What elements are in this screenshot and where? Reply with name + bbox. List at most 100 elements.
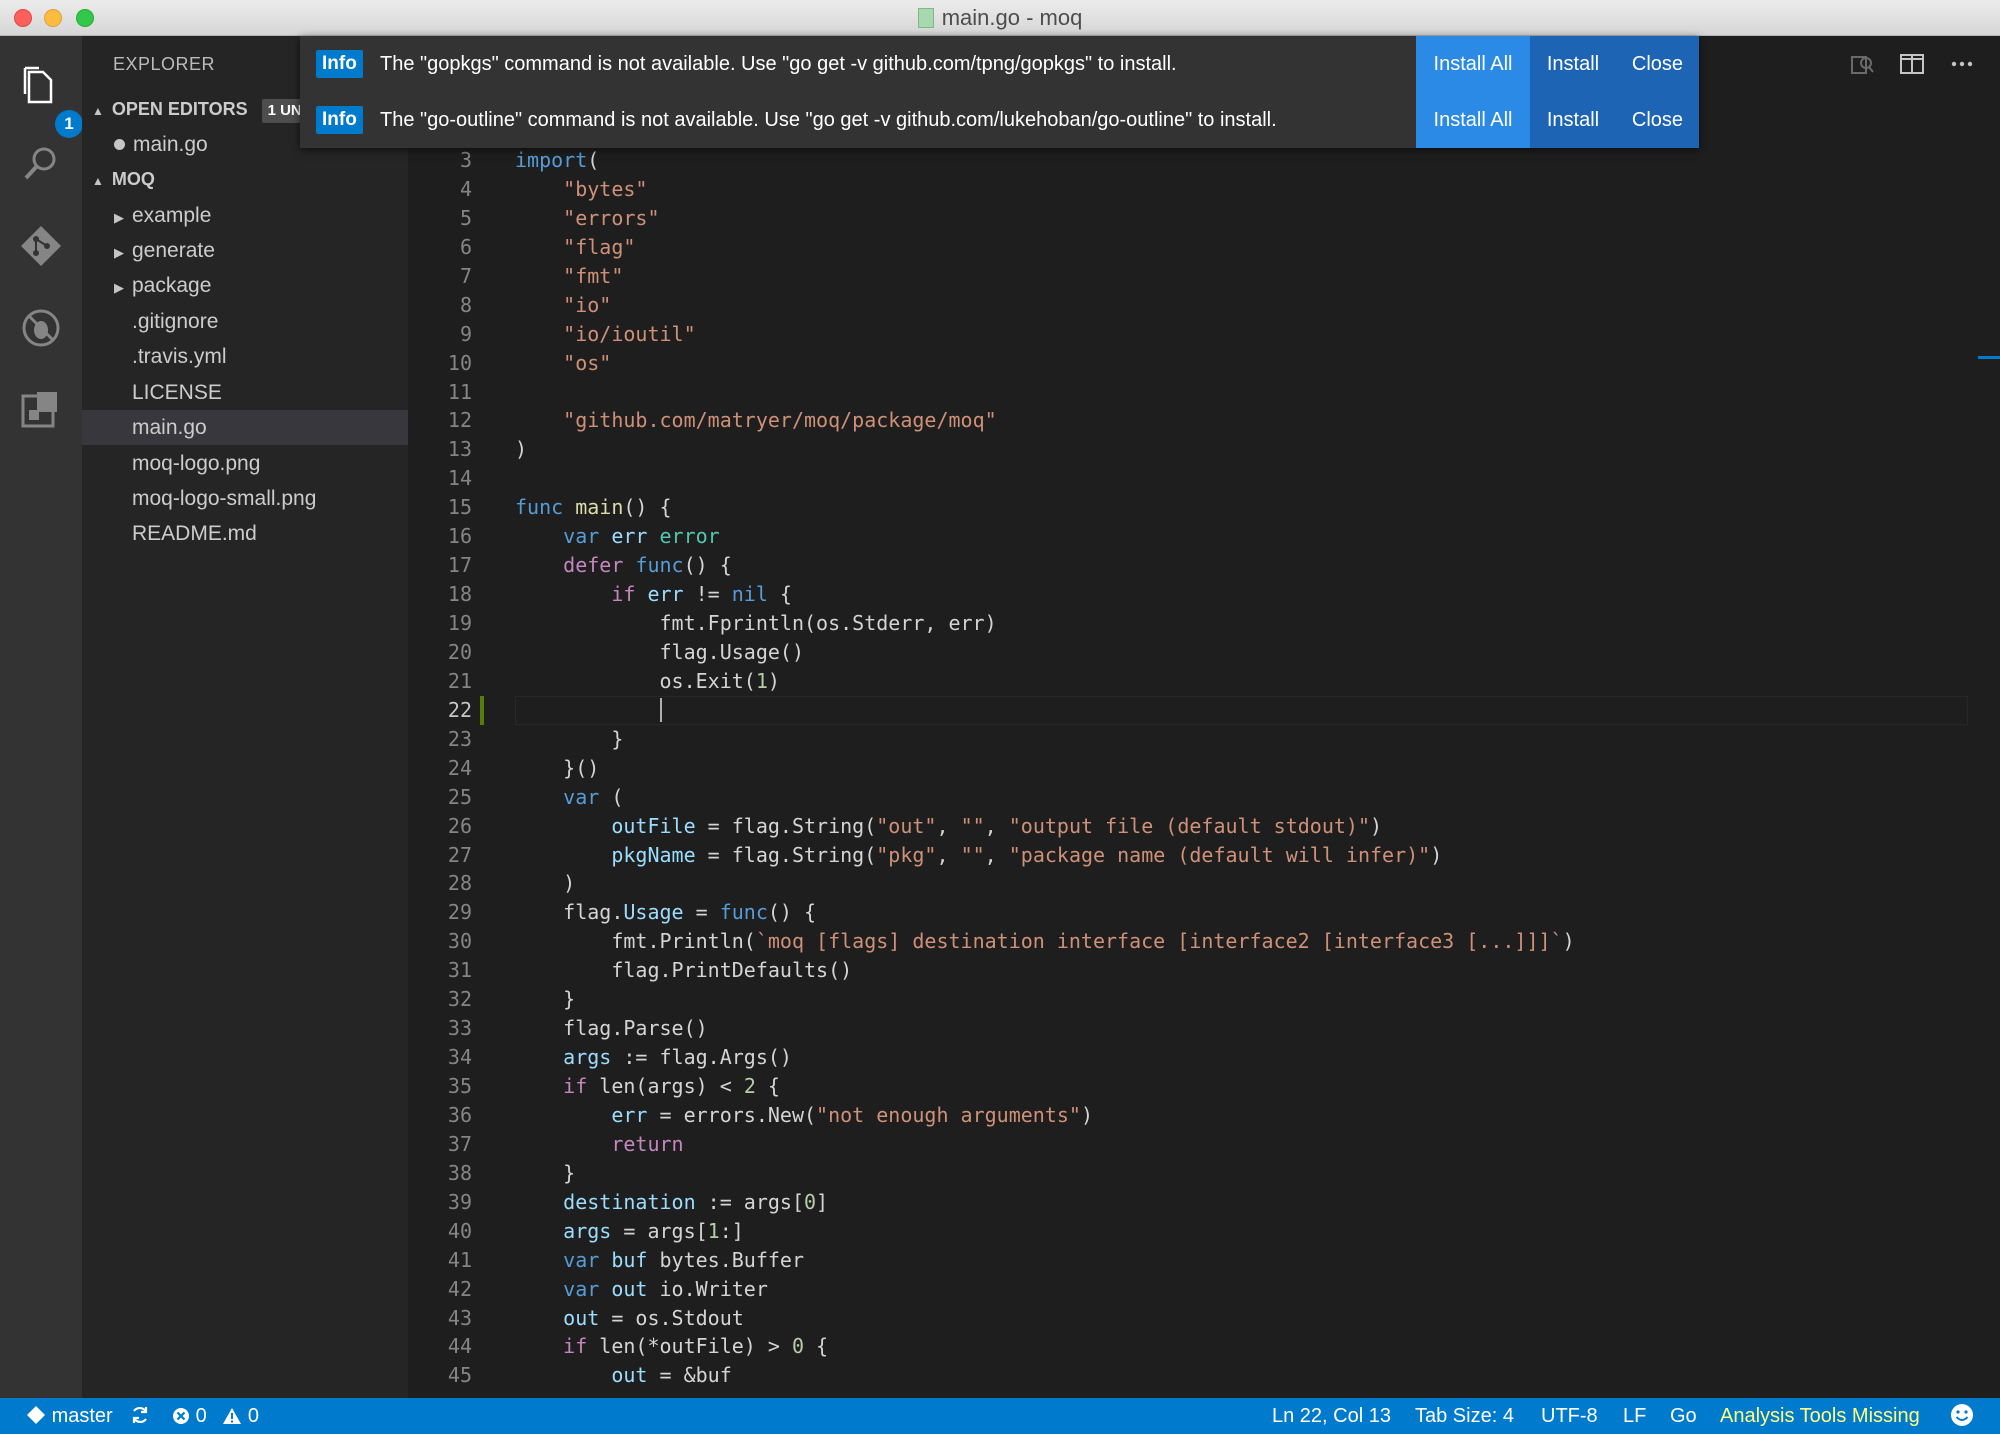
line-number: 45: [447, 1363, 472, 1388]
more-actions-icon[interactable]: [1948, 50, 1976, 78]
tree-folder-package[interactable]: ▶ package: [82, 268, 408, 303]
analysis-tools-missing[interactable]: Analysis Tools Missing: [1720, 1398, 1920, 1434]
code-line[interactable]: 4 "bytes": [408, 175, 1968, 204]
editor[interactable]: 3 import(4 "bytes" 5 "errors" 6 "flag" 7 "fm…: [408, 36, 2000, 1398]
code-line[interactable]: 35 if len(args) < 2 {: [408, 1072, 1968, 1101]
source-control-icon[interactable]: [17, 222, 65, 270]
folder-header[interactable]: ▲ MOQ: [82, 162, 408, 196]
tree-item-label: .gitignore: [132, 310, 219, 333]
code-line[interactable]: 3 import(: [408, 146, 1968, 175]
code-line[interactable]: 13): [408, 435, 1968, 464]
code-text: outFile = flag.String("out", "", "output…: [515, 812, 1382, 841]
code-line[interactable]: 25 var (: [408, 783, 1968, 812]
line-number: 33: [447, 1016, 472, 1041]
close-button[interactable]: Close: [1616, 92, 1699, 148]
install-all-button[interactable]: Install All: [1416, 92, 1530, 148]
code-text: out = &buf: [515, 1361, 731, 1390]
tree-folder-example[interactable]: ▶ example: [82, 198, 408, 233]
code-line[interactable]: 10 "os": [408, 349, 1968, 378]
code-line[interactable]: 5 "errors": [408, 204, 1968, 233]
code-token: "io": [563, 292, 612, 317]
search-icon[interactable]: [17, 140, 65, 188]
code-line[interactable]: 36 err = errors.New("not enough argument…: [408, 1101, 1968, 1130]
tree-folder-generate[interactable]: ▶ generate: [82, 233, 408, 268]
cursor-position[interactable]: Ln 22, Col 13: [1272, 1398, 1391, 1434]
code-line[interactable]: 23 }: [408, 725, 1968, 754]
tab-size[interactable]: Tab Size: 4: [1415, 1398, 1514, 1434]
open-changes-icon[interactable]: [1848, 50, 1876, 78]
open-editor-label: main.go: [133, 133, 208, 156]
extensions-icon[interactable]: [17, 386, 65, 434]
code-line[interactable]: 39 destination := args[0]: [408, 1188, 1968, 1217]
code-line[interactable]: 21 os.Exit(1): [408, 667, 1968, 696]
explorer-icon[interactable]: 1: [17, 62, 83, 138]
code-line[interactable]: 40 args = args[1:]: [408, 1217, 1968, 1246]
code-line[interactable]: 32 }: [408, 985, 1968, 1014]
code-line[interactable]: 31 flag.PrintDefaults(): [408, 956, 1968, 985]
install-all-button[interactable]: Install All: [1416, 36, 1530, 92]
tree-file-gitignore[interactable]: .gitignore: [82, 304, 408, 339]
tree-file-main-go[interactable]: main.go: [82, 410, 408, 445]
code-line[interactable]: 42 var out io.Writer: [408, 1275, 1968, 1304]
encoding[interactable]: UTF-8: [1541, 1398, 1598, 1434]
code-line[interactable]: 30 fmt.Println(`moq [flags] destination …: [408, 927, 1968, 956]
tree-file-license[interactable]: LICENSE: [82, 375, 408, 410]
code-line[interactable]: 29 flag.Usage = func() {: [408, 898, 1968, 927]
close-button[interactable]: Close: [1616, 36, 1699, 92]
problems-indicator[interactable]: 0 0: [172, 1398, 259, 1434]
code-line[interactable]: 45 out = &buf: [408, 1361, 1968, 1390]
window-title: main.go - moq: [0, 0, 2000, 36]
code-line[interactable]: 11: [408, 378, 1968, 407]
code-line[interactable]: 17 defer func() {: [408, 551, 1968, 580]
branch-indicator[interactable]: master: [26, 1398, 113, 1434]
code-line[interactable]: 33 flag.Parse(): [408, 1014, 1968, 1043]
tree-file-moq-logo-small[interactable]: moq-logo-small.png: [82, 481, 408, 516]
code-line[interactable]: 7 "fmt": [408, 262, 1968, 291]
code-line[interactable]: 15 func main() {: [408, 493, 1968, 522]
tree-item-label: README.md: [132, 522, 257, 545]
feedback-smiley-icon[interactable]: [1950, 1398, 1974, 1434]
notification-actions: Install All Install Close: [1416, 92, 1699, 148]
code-line[interactable]: 22: [408, 695, 1968, 725]
tree-file-readme[interactable]: README.md: [82, 516, 408, 551]
code-area[interactable]: 3 import(4 "bytes" 5 "errors" 6 "flag" 7 "fm…: [408, 146, 1968, 1390]
code-line[interactable]: 19 fmt.Fprintln(os.Stderr, err): [408, 609, 1968, 638]
code-line[interactable]: 24 }(): [408, 754, 1968, 783]
code-line[interactable]: 44 if len(*outFile) > 0 {: [408, 1332, 1968, 1361]
code-line[interactable]: 6 "flag": [408, 233, 1968, 262]
code-token: ,: [984, 813, 1009, 838]
code-line[interactable]: 8 "io": [408, 291, 1968, 320]
line-number: 39: [447, 1189, 472, 1214]
code-line[interactable]: 20 flag.Usage(): [408, 638, 1968, 667]
code-line[interactable]: 43 out = os.Stdout: [408, 1304, 1968, 1333]
code-line[interactable]: 14: [408, 464, 1968, 493]
code-line[interactable]: 37 return: [408, 1130, 1968, 1159]
code-line[interactable]: 27 pkgName = flag.String("pkg", "", "pac…: [408, 841, 1968, 870]
code-line[interactable]: 9 "io/ioutil": [408, 320, 1968, 349]
tree-file-moq-logo[interactable]: moq-logo.png: [82, 446, 408, 481]
end-of-line[interactable]: LF: [1623, 1398, 1646, 1434]
notification-message: The "go-outline" command is not availabl…: [380, 109, 1277, 131]
tree-file-travis[interactable]: .travis.yml: [82, 339, 408, 374]
code-line[interactable]: 12 "github.com/matryer/moq/package/moq": [408, 406, 1968, 435]
code-line[interactable]: 26 outFile = flag.String("out", "", "out…: [408, 812, 1968, 841]
code-token: args: [563, 1218, 612, 1243]
code-text: "io/ioutil": [515, 320, 695, 349]
code-text: "errors": [515, 204, 659, 233]
install-button[interactable]: Install: [1530, 92, 1616, 148]
sync-icon[interactable]: [130, 1398, 150, 1434]
code-line[interactable]: 38 }: [408, 1159, 1968, 1188]
code-line[interactable]: 16 var err error: [408, 522, 1968, 551]
debug-icon[interactable]: [17, 304, 65, 352]
code-line[interactable]: 18 if err != nil {: [408, 580, 1968, 609]
code-line[interactable]: 41 var buf bytes.Buffer: [408, 1246, 1968, 1275]
language-mode[interactable]: Go: [1670, 1398, 1697, 1434]
code-line[interactable]: 34 args := flag.Args(): [408, 1043, 1968, 1072]
split-editor-icon[interactable]: [1898, 50, 1926, 78]
install-button[interactable]: Install: [1530, 36, 1616, 92]
code-line[interactable]: 28 ): [408, 869, 1968, 898]
